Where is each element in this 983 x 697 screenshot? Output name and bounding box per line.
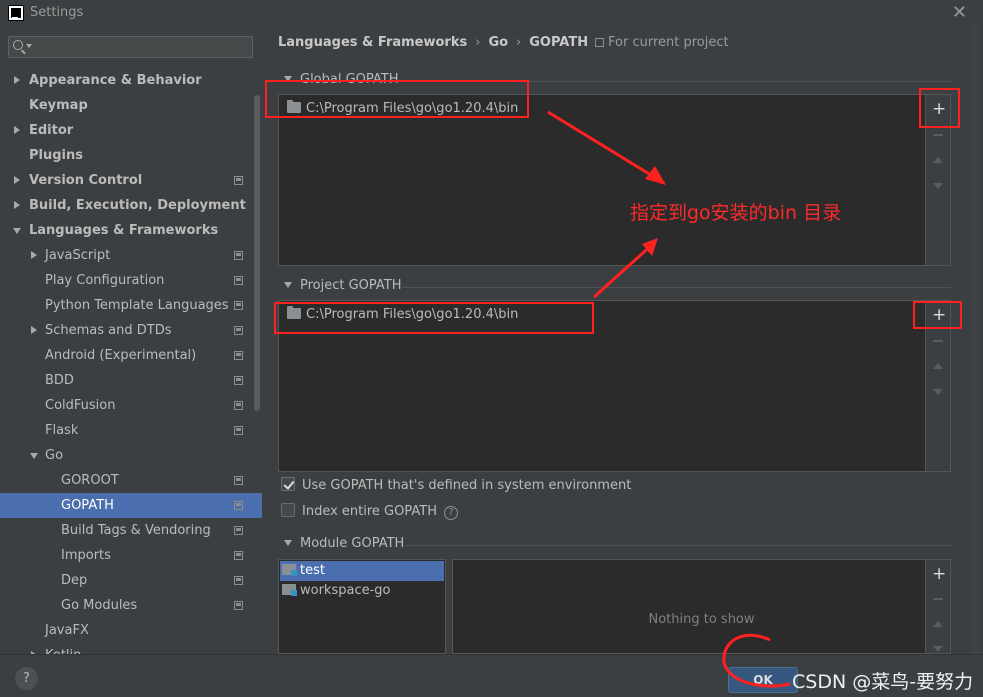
annotation-scribble [722,633,791,688]
annotation-arrows [547,110,791,688]
arrow-to-project-path [592,238,658,299]
arrow-to-global-path [547,110,666,185]
